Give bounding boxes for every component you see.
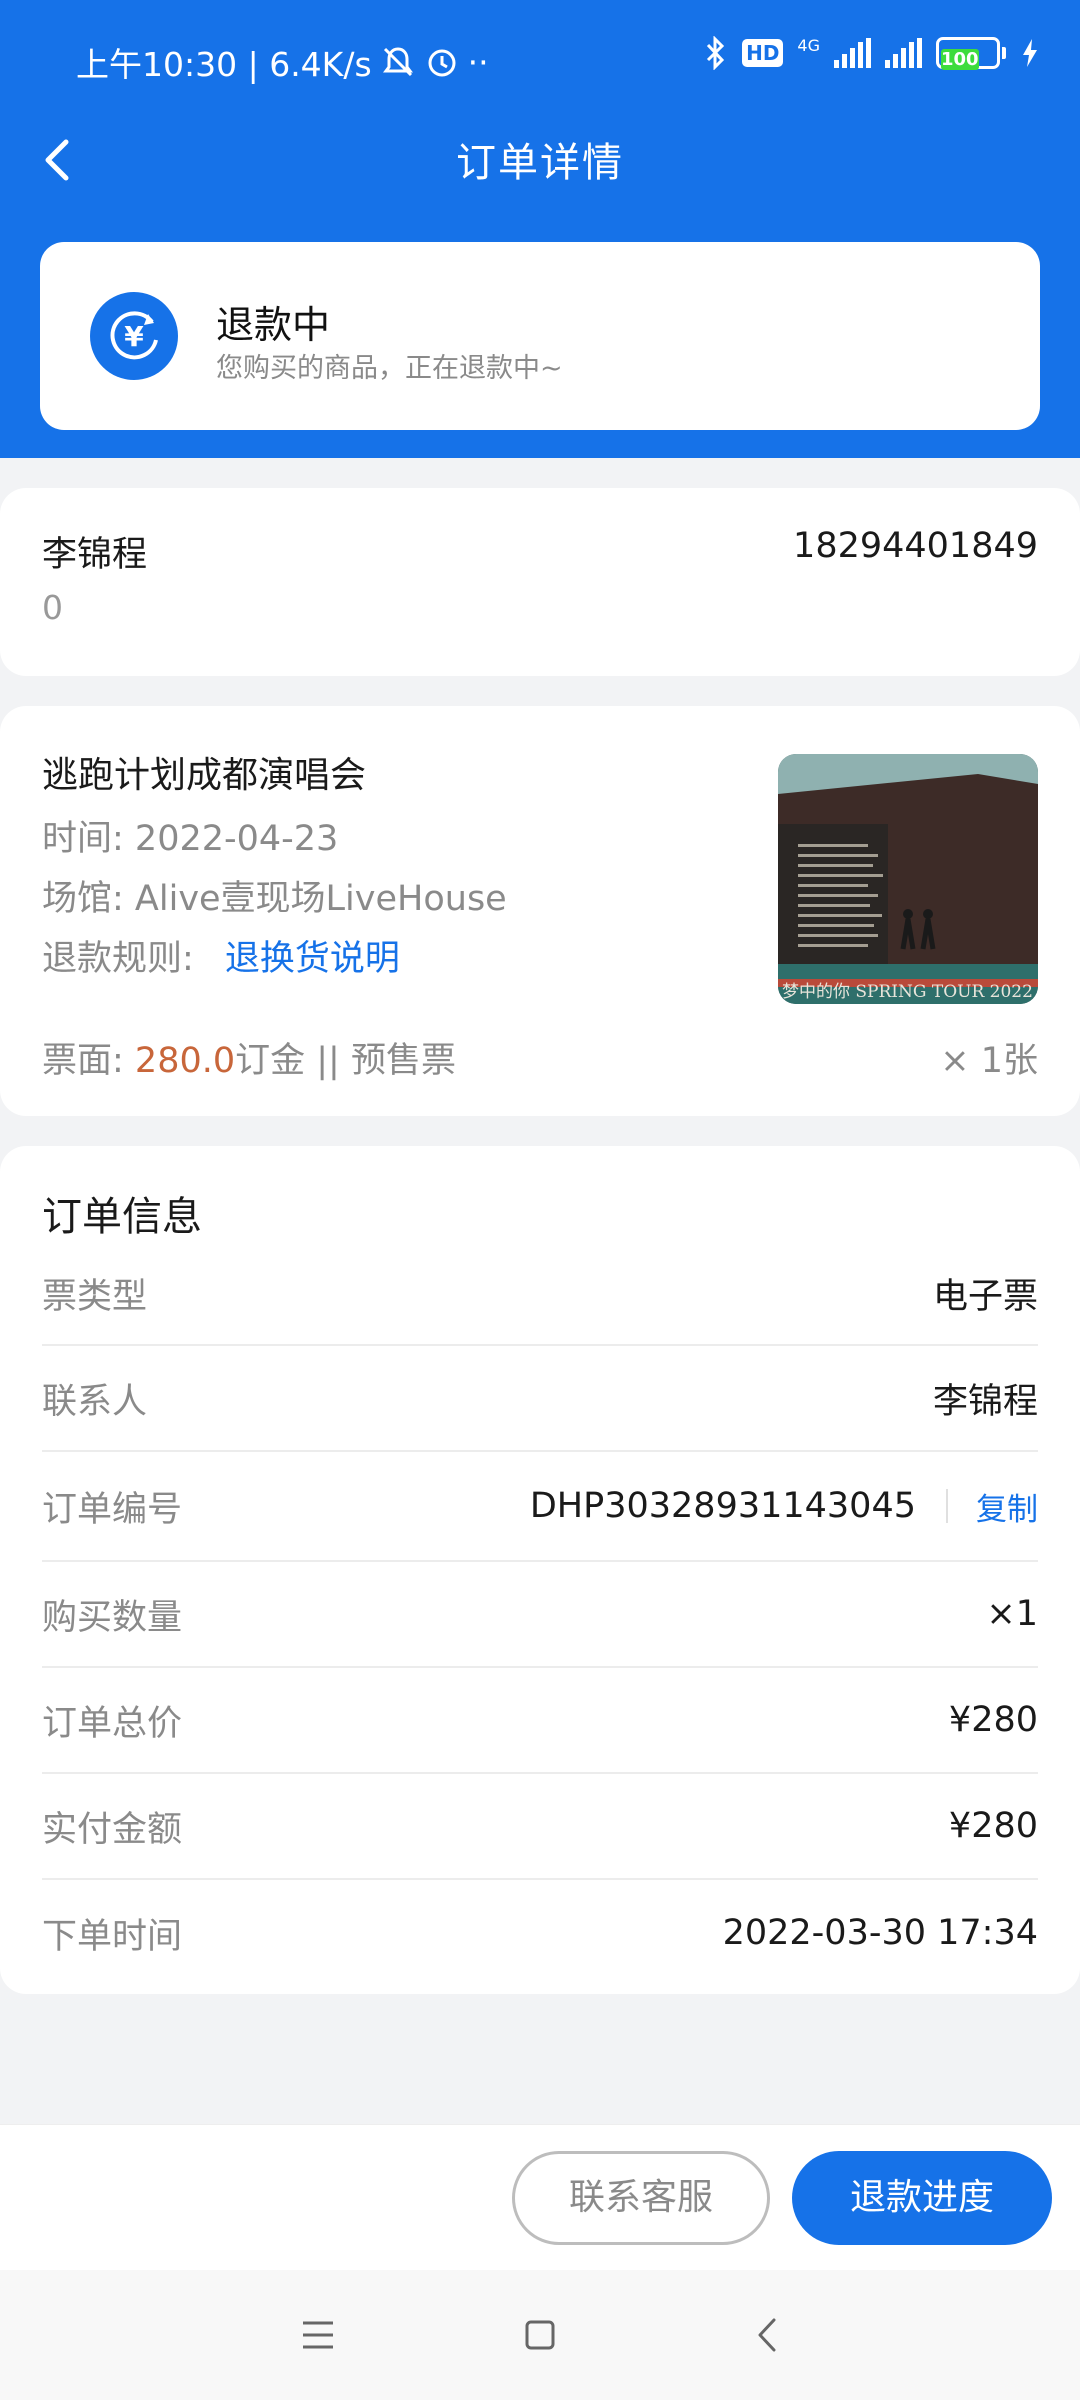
battery-icon: 100 [936, 37, 1006, 70]
nav-back-icon[interactable] [738, 2310, 798, 2360]
event-card[interactable]: 逃跑计划成都演唱会 时间: 2022-04-23 场馆: Alive壹现场Liv… [0, 706, 1080, 1116]
contact-row: 联系人 李锦程 [42, 1346, 1038, 1452]
signal-icon-2 [885, 38, 922, 68]
contact-name: 李锦程 [42, 535, 148, 575]
copy-divider [946, 1489, 948, 1523]
refund-rule-label: 退款规则: [42, 939, 205, 979]
contact-phone: 18294401849 [793, 526, 1038, 566]
total-price-value: ¥280 [948, 1700, 1038, 1740]
contact-service-button[interactable]: 联系客服 [512, 2151, 770, 2245]
ticket-type-row: 票类型 电子票 [42, 1242, 1038, 1346]
price-label: 票面: [42, 1041, 135, 1081]
order-info-title: 订单信息 [42, 1194, 202, 1240]
status-subtitle: 您购买的商品，正在退款中~ [216, 353, 563, 384]
svg-text:¥: ¥ [124, 320, 144, 353]
refund-status-card: ¥ 退款中 您购买的商品，正在退款中~ [40, 242, 1040, 430]
event-poster: 梦中的你 SPRING TOUR 2022 [778, 754, 1038, 1004]
ticket-price-line: 票面: 280.0订金 || 预售票 [42, 1032, 456, 1083]
order-time-value: 2022-03-30 17:34 [722, 1913, 1038, 1953]
refund-progress-button[interactable]: 退款进度 [792, 2151, 1052, 2245]
order-number-label: 订单编号 [42, 1489, 183, 1530]
order-time-label: 下单时间 [42, 1916, 183, 1957]
order-info-card: 订单信息 票类型 电子票 联系人 李锦程 订单编号 DHP30328931143… [0, 1146, 1080, 1994]
contact-value: 李锦程 [932, 1381, 1038, 1422]
order-number-row: 订单编号 DHP30328931143045 复制 [42, 1452, 1038, 1562]
event-venue-label: 场馆: [42, 879, 135, 919]
event-title: 逃跑计划成都演唱会 [42, 755, 367, 796]
signal-icon-1 [834, 38, 871, 68]
ticket-type-label: 票类型 [42, 1276, 148, 1317]
status-time: 上午10:30 | 6.4K/s [76, 45, 372, 84]
contact-label: 联系人 [42, 1381, 148, 1422]
network-type: 4G [797, 36, 820, 55]
event-venue: Alive壹现场LiveHouse [134, 879, 507, 919]
charging-icon [1023, 39, 1037, 67]
menu-icon[interactable] [288, 2310, 348, 2360]
paid-amount-row: 实付金额 ¥280 [42, 1774, 1038, 1880]
title-bar: 订单详情 [0, 118, 1080, 202]
mute-icon [382, 47, 413, 77]
event-venue-line: 场馆: Alive壹现场LiveHouse [42, 870, 507, 921]
status-bar: 上午10:30 | 6.4K/s ·· HD 4G 100 [0, 0, 1080, 118]
quantity-row: 购买数量 ×1 [42, 1562, 1038, 1668]
system-nav-bar [0, 2270, 1080, 2400]
event-time-line: 时间: 2022-04-23 [42, 810, 338, 861]
refund-rule-line: 退款规则: 退换货说明 [42, 930, 400, 981]
refund-icon: ¥ [90, 292, 178, 380]
poster-caption: 梦中的你 SPRING TOUR 2022 [782, 982, 1033, 1002]
total-price-label: 订单总价 [42, 1703, 183, 1744]
ticket-price: 280.0 [134, 1041, 236, 1081]
alarm-icon [428, 49, 456, 77]
contact-extra: 0 [42, 588, 63, 627]
refund-rule-link[interactable]: 退换货说明 [225, 939, 400, 979]
contact-card: 李锦程 18294401849 0 [0, 488, 1080, 676]
order-time-row: 下单时间 2022-03-30 17:34 [42, 1880, 1038, 1986]
order-number-wrap: DHP30328931143045 复制 [530, 1484, 1038, 1529]
bottom-action-bar: 联系客服 退款进度 [0, 2124, 1080, 2270]
event-time-label: 时间: [42, 819, 135, 859]
status-title: 退款中 [216, 303, 331, 347]
page-title: 订单详情 [456, 140, 624, 186]
quantity-label: 购买数量 [42, 1597, 183, 1638]
paid-amount-value: ¥280 [948, 1806, 1038, 1846]
battery-level: 100 [941, 49, 979, 70]
price-suffix: 订金 || 预售票 [235, 1041, 456, 1081]
more-dots-icon: ·· [467, 42, 489, 82]
copy-button[interactable]: 复制 [976, 1484, 1038, 1529]
quantity-value: ×1 [986, 1594, 1038, 1634]
status-right: HD 4G 100 [704, 36, 1040, 70]
bluetooth-icon [706, 36, 725, 70]
ticket-type-value: 电子票 [932, 1276, 1038, 1317]
ticket-quantity: × 1张 [940, 1041, 1038, 1081]
status-left: 上午10:30 | 6.4K/s ·· [76, 38, 489, 86]
hd-badge: HD [742, 39, 784, 67]
total-price-row: 订单总价 ¥280 [42, 1668, 1038, 1774]
order-number: DHP30328931143045 [529, 1486, 916, 1526]
home-icon[interactable] [510, 2310, 570, 2360]
paid-amount-label: 实付金额 [42, 1809, 183, 1850]
event-time: 2022-04-23 [134, 819, 339, 859]
header: 上午10:30 | 6.4K/s ·· HD 4G 100 订单详情 ¥ 退款中… [0, 0, 1080, 458]
